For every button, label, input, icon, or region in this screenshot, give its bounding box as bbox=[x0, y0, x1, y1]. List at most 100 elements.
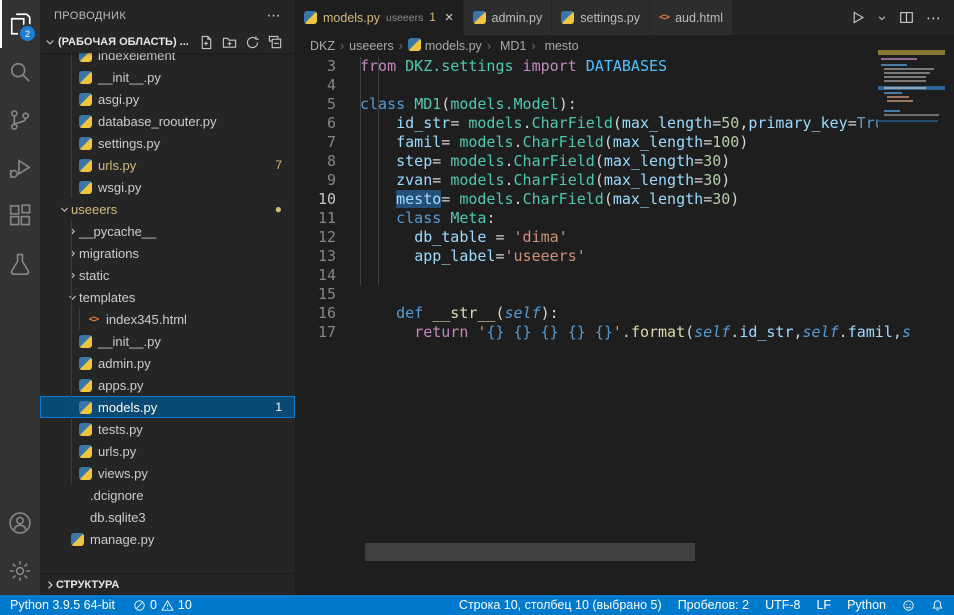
tree-item-views.py[interactable]: views.py bbox=[40, 462, 295, 484]
tree-item-admin.py[interactable]: admin.py bbox=[40, 352, 295, 374]
tab-models.py[interactable]: models.pyuseeers1× bbox=[295, 0, 464, 35]
activity-item-testing[interactable] bbox=[0, 240, 40, 288]
play-icon[interactable] bbox=[850, 10, 865, 25]
breadcrumb-item-models.py[interactable]: models.py bbox=[408, 38, 482, 54]
outline-section-label: СТРУКТУРА bbox=[56, 579, 119, 591]
breadcrumb-item-useeers[interactable]: useeers bbox=[349, 39, 393, 53]
tab-aud.html[interactable]: <>aud.html bbox=[650, 0, 733, 35]
breadcrumb-item-dkz[interactable]: DKZ bbox=[310, 39, 335, 53]
code-token: = bbox=[495, 247, 504, 265]
activity-item-run-and-debug[interactable] bbox=[0, 144, 40, 192]
tree-item-.dcignore[interactable]: .dcignore bbox=[40, 484, 295, 506]
line-number: 6 bbox=[295, 114, 360, 133]
chevron-right-icon bbox=[44, 579, 56, 591]
code-editor[interactable]: 3from DKZ.settings import DATABASES45cla… bbox=[295, 57, 954, 595]
line-number: 13 bbox=[295, 247, 360, 266]
tree-item-urls.py[interactable]: urls.py7 bbox=[40, 154, 295, 176]
new-folder-icon[interactable] bbox=[222, 35, 237, 50]
code-token: : bbox=[486, 209, 495, 227]
activity-item-search[interactable] bbox=[0, 48, 40, 96]
tree-item-apps.py[interactable]: apps.py bbox=[40, 374, 295, 396]
tree-item-indexelement[interactable]: indexelement bbox=[40, 53, 295, 66]
tree-item-models.py[interactable]: models.py1 bbox=[40, 396, 295, 418]
tree-item-__init__.py[interactable]: __init__.py bbox=[40, 330, 295, 352]
minimap[interactable] bbox=[878, 50, 945, 136]
code-token: primary_key bbox=[748, 114, 847, 132]
tree-item-useeers[interactable]: useeers● bbox=[40, 198, 295, 220]
line-number: 4 bbox=[295, 76, 360, 95]
explorer-more-actions-icon[interactable]: ⋯ bbox=[267, 7, 281, 24]
tree-item-tests.py[interactable]: tests.py bbox=[40, 418, 295, 440]
python-interpreter[interactable]: Python 3.9.5 64-bit bbox=[10, 598, 115, 612]
breadcrumb-item-md1[interactable]: MD1 bbox=[496, 39, 526, 53]
minimap-content bbox=[878, 120, 938, 122]
tab-label: settings.py bbox=[580, 11, 640, 25]
tab-settings.py[interactable]: settings.py bbox=[552, 0, 650, 35]
tree-item-settings.py[interactable]: settings.py bbox=[40, 132, 295, 154]
notifications-bell[interactable] bbox=[931, 599, 944, 612]
file-icon bbox=[70, 489, 85, 502]
tree-item-__init__.py[interactable]: __init__.py bbox=[40, 66, 295, 88]
encoding[interactable]: UTF-8 bbox=[765, 598, 800, 612]
activity-item-account[interactable] bbox=[0, 499, 40, 547]
code-token: 100 bbox=[712, 133, 739, 151]
indentation[interactable]: Пробелов: 2 bbox=[678, 598, 749, 612]
code-token: self bbox=[803, 323, 839, 341]
code-token: CharField bbox=[514, 171, 595, 189]
minimap-content bbox=[884, 114, 939, 116]
code-token: {} bbox=[595, 323, 613, 341]
code-token: __str__ bbox=[432, 304, 495, 322]
tree-item-label: database_roouter.py bbox=[98, 114, 217, 129]
tree-item-wsgi.py[interactable]: wsgi.py bbox=[40, 176, 295, 198]
activity-item-settings[interactable] bbox=[0, 547, 40, 595]
ellipsis-icon[interactable]: ⋯ bbox=[926, 9, 942, 27]
code-token: = bbox=[703, 133, 712, 151]
code-token: = bbox=[450, 114, 468, 132]
tree-item-asgi.py[interactable]: asgi.py bbox=[40, 88, 295, 110]
code-token: . bbox=[505, 152, 514, 170]
chevron-down-icon[interactable] bbox=[877, 13, 887, 23]
tree-item-manage.py[interactable]: manage.py bbox=[40, 528, 295, 550]
activity-item-source-control[interactable] bbox=[0, 96, 40, 144]
feedback-button[interactable] bbox=[902, 599, 915, 612]
tree-item-migrations[interactable]: migrations bbox=[40, 242, 295, 264]
activity-item-extensions[interactable] bbox=[0, 192, 40, 240]
indentation-label: Пробелов: 2 bbox=[678, 598, 749, 612]
cursor-position[interactable]: Строка 10, столбец 10 (выбрано 5) bbox=[459, 598, 662, 612]
line-number: 8 bbox=[295, 152, 360, 171]
minimap-content bbox=[884, 92, 902, 94]
status-bar: Python 3.9.5 64-bit 010 Строка 10, столбец… bbox=[0, 595, 954, 615]
collapse-all-icon[interactable] bbox=[268, 35, 283, 50]
code-line-15: 15 bbox=[295, 285, 954, 304]
tree-item-static[interactable]: static bbox=[40, 264, 295, 286]
code-token: famil bbox=[848, 323, 893, 341]
close-icon[interactable]: × bbox=[445, 10, 454, 25]
code-token: ( bbox=[685, 323, 694, 341]
minimap-content bbox=[887, 100, 913, 102]
split-editor-icon[interactable] bbox=[899, 10, 914, 25]
code-token: ( bbox=[595, 152, 604, 170]
tree-item-urls.py[interactable]: urls.py bbox=[40, 440, 295, 462]
horizontal-scrollbar[interactable] bbox=[365, 543, 695, 561]
tab-admin.py[interactable]: admin.py bbox=[464, 0, 553, 35]
code-token: self bbox=[505, 304, 541, 322]
code-token: . bbox=[622, 323, 631, 341]
outline-section-header[interactable]: СТРУКТУРА bbox=[40, 573, 295, 595]
breadcrumb-item-mesto[interactable]: mesto bbox=[541, 39, 579, 53]
eol-sequence[interactable]: LF bbox=[816, 598, 831, 612]
new-file-icon[interactable] bbox=[199, 35, 214, 50]
tree-item-label: index345.html bbox=[106, 312, 187, 327]
code-line-4: 4 bbox=[295, 76, 954, 95]
eol-sequence-label: LF bbox=[816, 598, 831, 612]
tree-item-db.sqlite3[interactable]: db.sqlite3 bbox=[40, 506, 295, 528]
tree-item-templates[interactable]: templates bbox=[40, 286, 295, 308]
refresh-icon[interactable] bbox=[245, 35, 260, 50]
code-token: models bbox=[450, 171, 504, 189]
tree-item-database_roouter.py[interactable]: database_roouter.py bbox=[40, 110, 295, 132]
language-mode[interactable]: Python bbox=[847, 598, 886, 612]
tree-item-__pycache__[interactable]: __pycache__ bbox=[40, 220, 295, 242]
problems-indicator[interactable]: 010 bbox=[133, 598, 192, 612]
workspace-section-header[interactable]: (РАБОЧАЯ ОБЛАСТЬ) ... bbox=[40, 31, 295, 53]
line-number: 9 bbox=[295, 171, 360, 190]
activity-item-explorer[interactable]: 2 bbox=[0, 0, 40, 48]
